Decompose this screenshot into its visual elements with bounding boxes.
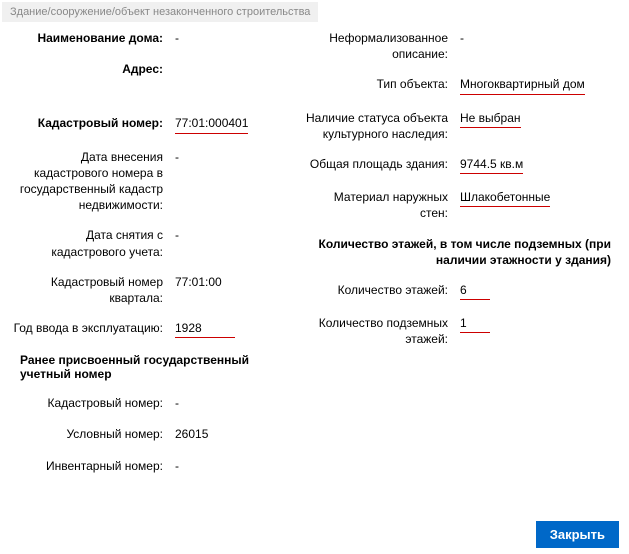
date-in-label: Дата внесения кадастрового номера в госу… [10,149,175,214]
area-value: 9744.5 кв.м [460,156,619,175]
wall-label: Материал наружных стен: [305,189,460,221]
area-label: Общая площадь здания: [305,156,460,172]
house-name-value: - [175,30,295,47]
year-label: Год ввода в эксплуатацию: [10,320,175,336]
cad-number-label: Кадастровый номер: [10,115,175,131]
prev-cond-value: 26015 [175,426,295,443]
desc-value: - [460,30,619,47]
floors-section-title: Количество этажей, в том числе подземных… [305,236,619,268]
type-label: Тип объекта: [305,76,460,92]
floors-count-label: Количество этажей: [305,282,460,298]
house-name-label: Наименование дома: [10,30,175,46]
date-in-value: - [175,149,295,166]
block-label: Кадастровый номер квартала: [10,274,175,306]
desc-label: Неформализованное описание: [305,30,460,62]
prev-section-title: Ранее присвоенный государственный учетны… [20,353,295,381]
prev-inv-label: Инвентарный номер: [10,458,175,474]
close-button[interactable]: Закрыть [536,521,619,548]
year-value: 1928 [175,320,295,339]
type-value: Многоквартирный дом [460,76,619,95]
wall-value: Шлакобетонные [460,189,619,208]
prev-cond-label: Условный номер: [10,426,175,442]
prev-cad-value: - [175,395,295,412]
floors-under-value: 1 [460,315,619,334]
block-value: 77:01:00 [175,274,295,291]
date-off-label: Дата снятия с кадастрового учета: [10,227,175,259]
heritage-label: Наличие статуса объекта культурного насл… [305,110,460,142]
heritage-value: Не выбран [460,110,619,129]
date-off-value: - [175,227,295,244]
prev-inv-value: - [175,458,295,475]
floors-under-label: Количество подземных этажей: [305,315,460,347]
floors-count-value: 6 [460,282,619,301]
prev-cad-label: Кадастровый номер: [10,395,175,411]
address-label: Адрес: [10,61,175,77]
address-value [175,61,295,76]
cad-number-value: 77:01:000401 [175,115,295,134]
breadcrumb: Здание/сооружение/объект незаконченного … [2,2,318,22]
